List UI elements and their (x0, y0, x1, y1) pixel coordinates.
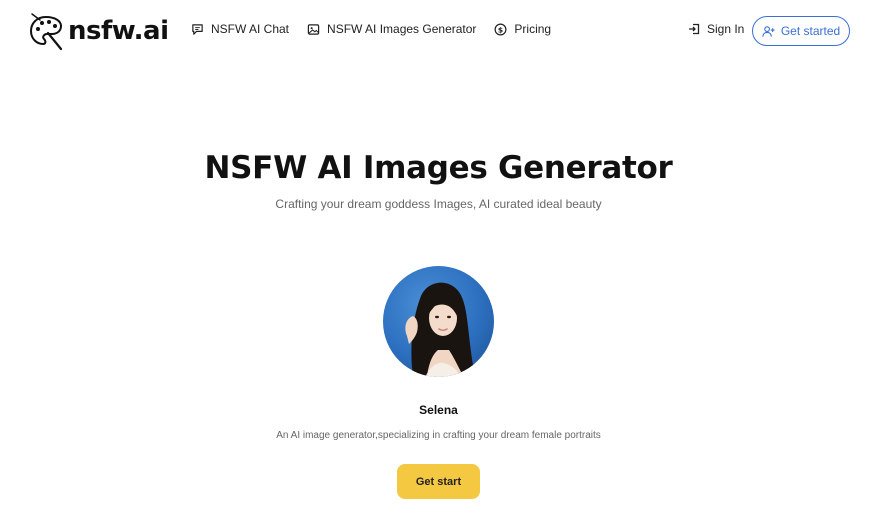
page-title: NSFW AI Images Generator (204, 150, 673, 186)
nav-item-images-generator[interactable]: NSFW AI Images Generator (307, 22, 476, 36)
palette-icon (29, 13, 63, 51)
brand-name: nsfw.ai (68, 16, 169, 46)
dollar-circle-icon: $ (494, 23, 507, 36)
get-started-label: Get started (780, 24, 841, 38)
image-icon (307, 23, 320, 36)
portrait-image (405, 282, 475, 377)
nav-item-label: NSFW AI Chat (211, 22, 290, 36)
page-subtitle: Crafting your dream goddess Images, AI c… (275, 197, 602, 211)
nav-item-pricing[interactable]: $ Pricing (494, 22, 551, 36)
top-header: nsfw.ai NSFW AI Chat NSFW AI Images Gene… (0, 0, 877, 64)
user-plus-icon (762, 25, 775, 38)
chat-bubble-icon (191, 23, 204, 36)
character-avatar[interactable] (383, 266, 494, 377)
sign-in-link[interactable]: Sign In (688, 22, 744, 36)
character-description: An AI image generator,specializing in cr… (276, 430, 601, 441)
sign-in-label: Sign In (707, 22, 745, 36)
get-started-button[interactable]: Get started (752, 16, 850, 46)
character-name: Selena (419, 403, 458, 417)
svg-text:$: $ (498, 25, 503, 34)
get-start-button[interactable]: Get start (397, 464, 480, 499)
nav-item-label: NSFW AI Images Generator (327, 22, 477, 36)
nav-item-label: Pricing (514, 22, 552, 36)
brand-logo[interactable]: nsfw.ai (28, 11, 169, 51)
nav-item-ai-chat[interactable]: NSFW AI Chat (191, 22, 289, 36)
login-icon (688, 23, 700, 35)
main-nav: NSFW AI Chat NSFW AI Images Generator $ … (191, 22, 569, 36)
